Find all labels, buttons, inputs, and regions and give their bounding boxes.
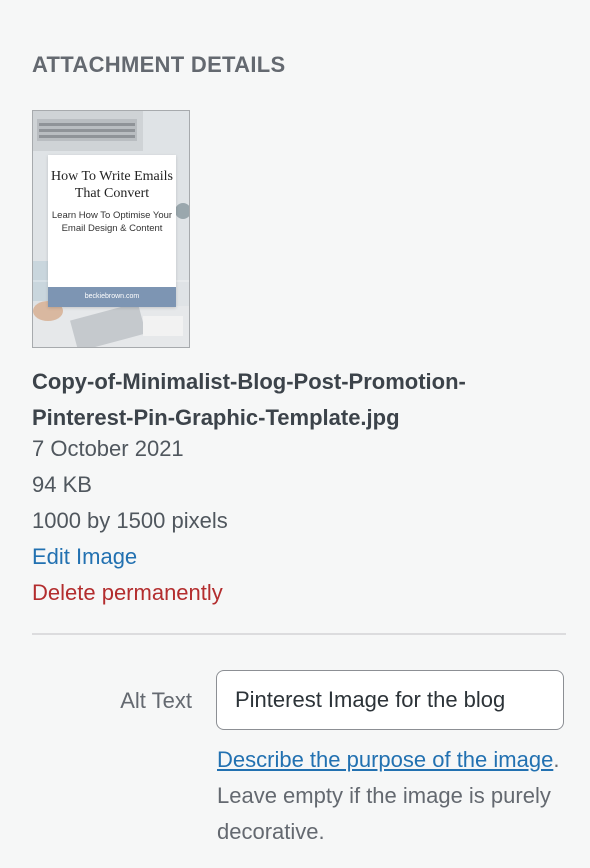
attachment-details-panel: ATTACHMENT DETAILS How To Write Emails T…: [0, 0, 590, 868]
alt-text-description: Describe the purpose of the image. Leave…: [217, 742, 562, 850]
thumbnail-card: How To Write Emails That Convert Learn H…: [48, 155, 176, 307]
image-dimensions: 1000 by 1500 pixels: [32, 508, 228, 533]
file-name: Copy-of-Minimalist-Blog-Post-Promotion-P…: [32, 369, 466, 430]
thumbnail-title: How To Write Emails That Convert: [51, 169, 173, 201]
delete-permanently-link[interactable]: Delete permanently: [32, 580, 223, 605]
edit-image-row: Edit Image: [32, 539, 552, 575]
section-title: ATTACHMENT DETAILS: [32, 52, 286, 77]
describe-purpose-link[interactable]: Describe the purpose of the image: [217, 747, 553, 772]
alt-text-input[interactable]: [216, 670, 564, 730]
thumbnail-footer: beckiebrown.com: [48, 287, 176, 307]
file-size: 94 KB: [32, 472, 92, 497]
edit-image-link[interactable]: Edit Image: [32, 544, 137, 569]
alt-text-label: Alt Text: [120, 688, 192, 713]
upload-date: 7 October 2021: [32, 436, 184, 461]
divider: [32, 633, 566, 635]
attachment-thumbnail[interactable]: How To Write Emails That Convert Learn H…: [32, 110, 190, 348]
delete-row: Delete permanently: [32, 575, 552, 611]
thumbnail-subtitle: Learn How To Optimise Your Email Design …: [51, 210, 173, 234]
